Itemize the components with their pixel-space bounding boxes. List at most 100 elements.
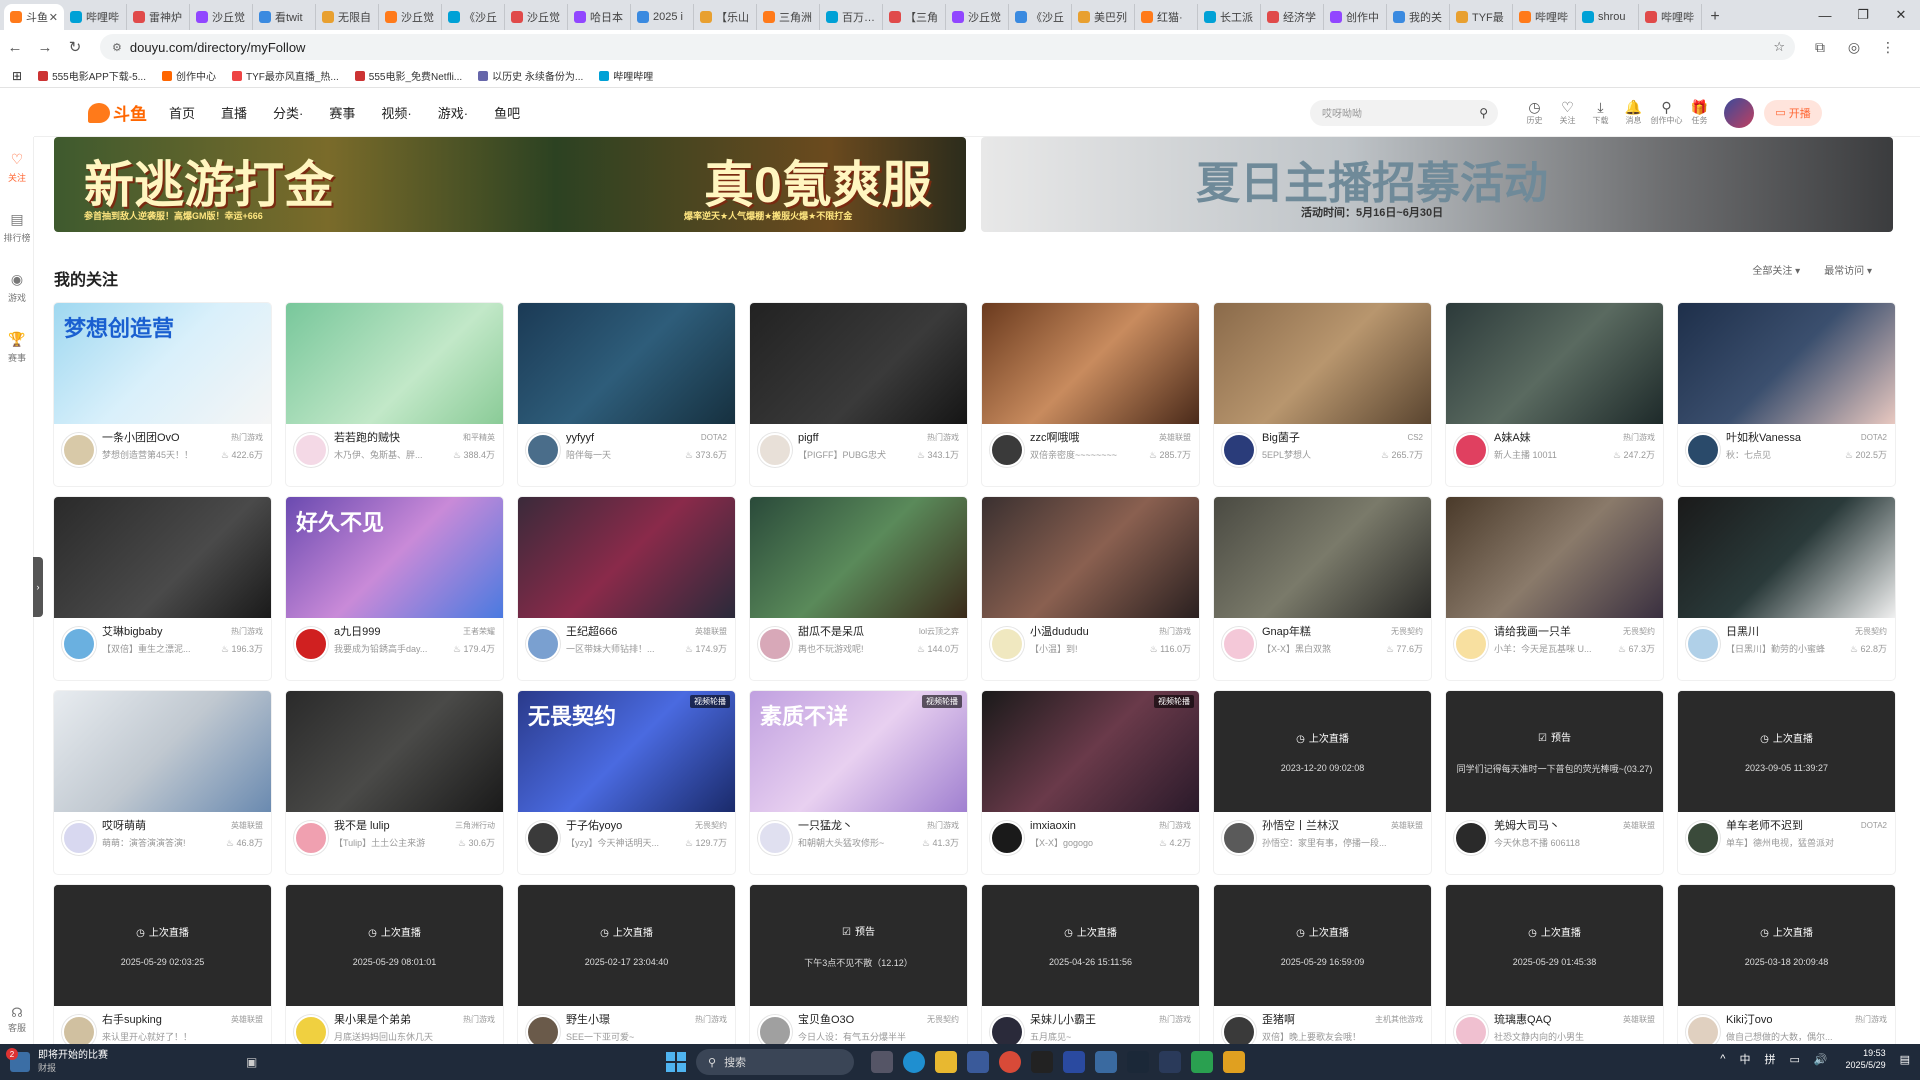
stream-card[interactable]: 无畏契约 视频轮播 于子佑yoyo 无畏契约 【yzy】今天神话明天... ♨ 129.7… xyxy=(518,691,735,874)
stream-thumbnail[interactable] xyxy=(1214,497,1431,618)
streamer-avatar[interactable] xyxy=(526,433,560,467)
stream-card[interactable]: 小温dududu 热门游戏 【小温】到! ♨ 116.0万 xyxy=(982,497,1199,680)
streamer-name[interactable]: 单车老师不迟到 xyxy=(1726,819,1857,833)
category-label[interactable]: 英雄联盟 xyxy=(1159,431,1191,445)
stream-thumbnail[interactable]: 素质不详 视频轮播 xyxy=(750,691,967,812)
stream-thumbnail[interactable] xyxy=(1214,303,1431,424)
stream-card[interactable]: pigff 热门游戏 【PIGFF】PUBG忠犬 ♨ 343.1万 xyxy=(750,303,967,486)
streamer-name[interactable]: 宝贝鱼O3O xyxy=(798,1013,923,1027)
follow-button[interactable]: ♡ 关注 xyxy=(1551,99,1584,126)
start-live-button[interactable]: ▭ 开播 xyxy=(1764,99,1822,126)
tab[interactable]: 沙丘觉 xyxy=(946,4,1009,30)
streamer-name[interactable]: yyfyyf xyxy=(566,431,697,445)
task-button[interactable]: 🎁 任务 xyxy=(1683,99,1716,126)
stream-card[interactable]: 请给我画一只羊 无畏契约 小羊：今天是瓦基咪 U... ♨ 67.3万 xyxy=(1446,497,1663,680)
streamer-avatar[interactable] xyxy=(990,821,1024,855)
tab[interactable]: 【三角 xyxy=(883,4,946,30)
tab[interactable]: 2025 i xyxy=(631,4,694,30)
streamer-avatar[interactable] xyxy=(62,821,96,855)
close-tab-icon[interactable]: ✕ xyxy=(49,11,58,24)
category-label[interactable]: 热门游戏 xyxy=(231,625,263,639)
stream-thumbnail[interactable] xyxy=(1446,497,1663,618)
streamer-name[interactable]: 哎呀萌萌 xyxy=(102,819,227,833)
stream-thumbnail[interactable]: ◷ 上次直播 2025-04-26 15:11:56 xyxy=(982,885,1199,1006)
app-icon[interactable] xyxy=(1031,1051,1053,1073)
stream-thumbnail[interactable] xyxy=(518,303,735,424)
stream-thumbnail[interactable] xyxy=(1678,303,1895,424)
minimize-icon[interactable]: — xyxy=(1806,0,1844,30)
sidebar-item[interactable]: 🏆 赛事 xyxy=(0,317,34,377)
stream-card[interactable]: 我不是 lulip 三角洲行动 【Tulip】土土公主来游 ♨ 30.6万 xyxy=(286,691,503,874)
steam-icon[interactable] xyxy=(1127,1051,1149,1073)
stream-thumbnail[interactable] xyxy=(750,303,967,424)
bookmark-item[interactable]: TYF最亦风直播_热... xyxy=(231,68,339,83)
sidebar-item[interactable]: ♡ 关注 xyxy=(0,137,34,197)
category-label[interactable]: 热门游戏 xyxy=(695,1013,727,1027)
new-tab-button[interactable]: + xyxy=(1702,4,1728,30)
stream-thumbnail[interactable] xyxy=(54,691,271,812)
stream-thumbnail[interactable] xyxy=(518,497,735,618)
streamer-avatar[interactable] xyxy=(1454,821,1488,855)
streamer-name[interactable]: 野生小璟 xyxy=(566,1013,691,1027)
stream-card[interactable]: ◷ 上次直播 2023-09-05 11:39:27 单车老师不迟到 DOTA2 单车】德… xyxy=(1678,691,1895,874)
category-label[interactable]: 热门游戏 xyxy=(463,1013,495,1027)
streamer-name[interactable]: 我不是 lulip xyxy=(334,819,451,833)
streamer-avatar[interactable] xyxy=(294,433,328,467)
streamer-avatar[interactable] xyxy=(62,627,96,661)
stream-card[interactable]: 梦想创造营 一条小团团OvO 热门游戏 梦想创造营第45天！！ ♨ 422.6万 xyxy=(54,303,271,486)
stream-card[interactable]: ◷ 上次直播 2023-12-20 09:02:08 孙悟空丨兰林汉 英雄联盟 孙悟空：家… xyxy=(1214,691,1431,874)
category-label[interactable]: 英雄联盟 xyxy=(695,625,727,639)
streamer-name[interactable]: imxiaoxin xyxy=(1030,819,1155,833)
category-label[interactable]: 和平精英 xyxy=(463,431,495,445)
category-label[interactable]: 热门游戏 xyxy=(1159,819,1191,833)
category-label[interactable]: 英雄联盟 xyxy=(1623,819,1655,833)
streamer-avatar[interactable] xyxy=(1686,627,1720,661)
streamer-avatar[interactable] xyxy=(1454,627,1488,661)
streamer-name[interactable]: 呆妹儿小霸王 xyxy=(1030,1013,1155,1027)
streamer-name[interactable]: 小温dududu xyxy=(1030,625,1155,639)
stream-card[interactable]: 艾琳bigbaby 热门游戏 【双倍】重生之漂泥... ♨ 196.3万 xyxy=(54,497,271,680)
stream-thumbnail[interactable] xyxy=(286,303,503,424)
search-icon[interactable]: ⚲ xyxy=(1479,106,1488,120)
streamer-name[interactable]: 于子佑yoyo xyxy=(566,819,691,833)
streamer-name[interactable]: 琉璃惠QAQ xyxy=(1494,1013,1619,1027)
sidebar-item[interactable]: ◉ 游戏 xyxy=(0,257,34,317)
stream-card[interactable]: 视频轮播 imxiaoxin 热门游戏 【X-X】gogogo ♨ 4.2万 xyxy=(982,691,1199,874)
streamer-name[interactable]: Big菌子 xyxy=(1262,431,1403,445)
category-label[interactable]: 热门游戏 xyxy=(927,819,959,833)
nav-item[interactable]: 鱼吧 xyxy=(494,103,520,122)
creator-button[interactable]: ⚲ 创作中心 xyxy=(1650,99,1683,126)
category-label[interactable]: 无畏契约 xyxy=(927,1013,959,1027)
category-label[interactable]: 主机其他游戏 xyxy=(1375,1013,1423,1027)
streamer-name[interactable]: Gnap年糕 xyxy=(1262,625,1387,639)
tab[interactable]: 雷神炉 xyxy=(127,4,190,30)
app-icon[interactable] xyxy=(1159,1051,1181,1073)
tab-active[interactable]: 斗鱼 ✕ xyxy=(4,4,64,30)
app-icon[interactable] xyxy=(1191,1051,1213,1073)
app-icon[interactable] xyxy=(1063,1051,1085,1073)
stream-thumbnail[interactable]: ◷ 上次直播 2025-05-29 08:01:01 xyxy=(286,885,503,1006)
category-label[interactable]: 英雄联盟 xyxy=(1391,819,1423,833)
category-label[interactable]: CS2 xyxy=(1407,431,1423,445)
stream-card[interactable]: ◷ 上次直播 2025-05-29 16:59:09 歪猪啊 主机其他游戏 双倍】晚上要歌… xyxy=(1214,885,1431,1068)
category-label[interactable]: 无畏契约 xyxy=(1855,625,1887,639)
tab[interactable]: 哔哩哔 xyxy=(64,4,127,30)
stream-thumbnail[interactable]: ◷ 上次直播 2025-05-29 02:03:25 xyxy=(54,885,271,1006)
streamer-name[interactable]: 果小果是个弟弟 xyxy=(334,1013,459,1027)
stream-card[interactable]: zzc啊哦哦 英雄联盟 双倍亲密度~~~~~~~~ ♨ 285.7万 xyxy=(982,303,1199,486)
category-label[interactable]: DOTA2 xyxy=(1861,819,1887,833)
bookmark-item[interactable]: 以历史 永续备份为... xyxy=(478,68,583,83)
streamer-name[interactable]: 叶如秋Vanessa xyxy=(1726,431,1857,445)
streamer-name[interactable]: a九日999 xyxy=(334,625,459,639)
category-label[interactable]: 热门游戏 xyxy=(1855,1013,1887,1027)
streamer-name[interactable]: 艾琳bigbaby xyxy=(102,625,227,639)
tab[interactable]: 长工派 xyxy=(1198,4,1261,30)
streamer-name[interactable]: 若若跑的贼快 xyxy=(334,431,459,445)
category-label[interactable]: 英雄联盟 xyxy=(231,819,263,833)
url-input[interactable]: ⚙ douyu.com/directory/myFollow ☆ xyxy=(100,34,1795,60)
tab[interactable]: TYF最 xyxy=(1450,4,1513,30)
nav-item[interactable]: 视频· xyxy=(381,103,411,122)
streamer-avatar[interactable] xyxy=(1222,433,1256,467)
streamer-name[interactable]: 孙悟空丨兰林汉 xyxy=(1262,819,1387,833)
streamer-avatar[interactable] xyxy=(1222,821,1256,855)
